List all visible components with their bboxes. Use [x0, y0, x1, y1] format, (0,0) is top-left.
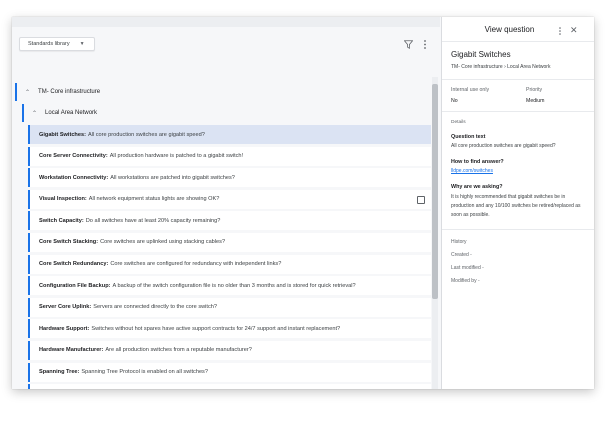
question-title: Gigabit Switches: [451, 50, 511, 59]
question-row-text: Servers are connected directly to the co…: [93, 304, 217, 311]
question-row[interactable]: Visual Inspection: All network equipment …: [28, 189, 431, 209]
question-row-text: All core production switches are gigabit…: [87, 131, 205, 138]
question-row-text: All production hardware is patched to a …: [109, 153, 244, 160]
why-heading: Why are we asking?: [451, 184, 503, 190]
question-row-title: Core Server Connectivity:: [39, 153, 108, 160]
divider: [442, 229, 594, 230]
question-row-title: Gigabit Switches:: [39, 131, 86, 138]
why-text: It is highly recommended that gigabit sw…: [451, 194, 581, 218]
filter-icon[interactable]: [404, 40, 413, 49]
question-text: All core production switches are gigabit…: [451, 143, 556, 149]
priority-label: Priority: [526, 87, 543, 93]
last-modified-label: Last modified -: [451, 265, 484, 271]
internal-use-value: No: [451, 98, 458, 104]
question-row-text: All network equipment status lights are …: [88, 196, 220, 203]
scrollbar-thumb[interactable]: [432, 84, 438, 299]
question-row[interactable]: Spanning Tree: Spanning Tree Protocol is …: [28, 362, 431, 382]
question-list-panel: Standards library ▼ ⌃ TM- Core infrastru…: [12, 27, 440, 389]
question-row-text: Are all production switches from a reput…: [105, 347, 252, 354]
view-question-panel: View question ✕ Gigabit Switches TM- Cor…: [441, 17, 594, 389]
divider: [442, 111, 594, 112]
more-vert-icon[interactable]: [557, 26, 563, 36]
internal-use-label: Internal use only: [451, 87, 490, 93]
priority-value: Medium: [526, 98, 545, 104]
how-to-find-heading: How to find answer?: [451, 159, 504, 165]
question-row-text: A backup of the switch configuration fil…: [112, 282, 356, 289]
question-row[interactable]: Hardware Support: Switches without hot sp…: [28, 319, 431, 339]
question-row-title: Hardware Support:: [39, 325, 90, 332]
modified-by-label: Modified by -: [451, 278, 480, 284]
question-row-title: Workstation Connectivity:: [39, 174, 109, 181]
question-row[interactable]: Hardware Manufacturer: Are all production…: [28, 340, 431, 360]
tree-group-core-infrastructure[interactable]: ⌃ TM- Core infrastructure: [15, 83, 431, 101]
question-row-text: Spanning Tree Protocol is enabled on all…: [81, 369, 208, 376]
tree-group-local-area-network[interactable]: ⌃ Local Area Network: [22, 104, 431, 122]
created-label: Created -: [451, 252, 472, 258]
list-toolbar: Standards library ▼: [12, 27, 440, 61]
library-select-label: Standards library: [28, 41, 70, 47]
how-to-find-link[interactable]: lldpe.com/switches: [451, 168, 493, 174]
row-checkbox[interactable]: [417, 195, 425, 204]
tree-group-label: TM- Core infrastructure: [38, 89, 101, 95]
close-icon[interactable]: ✕: [570, 25, 578, 35]
question-row-text: All workstations are patched into gigabi…: [110, 174, 235, 181]
history-label: History: [451, 239, 467, 245]
question-row[interactable]: Switch Capacity: Do all switches have at …: [28, 211, 431, 231]
details-label: Details: [451, 120, 466, 125]
more-vert-icon[interactable]: [422, 39, 428, 50]
question-row-title: Visual Inspection:: [39, 196, 87, 203]
divider: [442, 41, 594, 42]
question-row[interactable]: Gigabit Switches: All core production swi…: [28, 125, 431, 144]
question-row[interactable]: Core Switch Redundancy: Core switches are…: [28, 254, 431, 274]
question-row[interactable]: Configuration File Backup: A backup of th…: [28, 276, 431, 296]
question-row-title: Switch Capacity:: [39, 217, 84, 224]
tree-group-label: Local Area Network: [45, 110, 98, 116]
question-row[interactable]: QoS for Voice Traffic:Quality of Service…: [28, 384, 431, 389]
question-row[interactable]: Server Core Uplink: Servers are connected…: [28, 297, 431, 317]
question-text-heading: Question text: [451, 134, 486, 140]
question-row-text: Do all switches have at least 20% capaci…: [85, 217, 221, 224]
question-row-text: Switches without hot spares have active …: [91, 325, 341, 332]
question-row[interactable]: Core Server Connectivity: All production …: [28, 146, 431, 166]
chevron-up-icon: ⌃: [32, 110, 38, 117]
divider: [442, 79, 594, 80]
question-items: Gigabit Switches: All core production swi…: [28, 125, 431, 389]
chevron-down-icon: ▼: [79, 41, 85, 47]
question-row-text: Core switches are configured for redunda…: [110, 261, 282, 268]
question-row-title: Spanning Tree:: [39, 369, 80, 376]
question-row-title: Hardware Manufacturer:: [39, 347, 104, 354]
question-row-title: Core Switch Stacking:: [39, 239, 99, 246]
question-row-title: Server Core Uplink:: [39, 304, 92, 311]
question-row-title: Configuration File Backup:: [39, 282, 111, 289]
question-row[interactable]: Core Switch Stacking: Core switches are u…: [28, 232, 431, 252]
question-row[interactable]: Workstation Connectivity: All workstation…: [28, 168, 431, 188]
question-row-text: Core switches are uplinked using stackin…: [100, 239, 226, 246]
chevron-up-icon: ⌃: [25, 89, 31, 96]
question-tree: ⌃ TM- Core infrastructure ⌃ Local Area N…: [12, 61, 433, 389]
question-path: TM- Core infrastructure › Local Area Net…: [451, 64, 551, 70]
question-row-title: Core Switch Redundancy:: [39, 261, 109, 268]
app-window: Standards library ▼ ⌃ TM- Core infrastru…: [12, 17, 594, 389]
library-select[interactable]: Standards library ▼: [19, 37, 95, 51]
